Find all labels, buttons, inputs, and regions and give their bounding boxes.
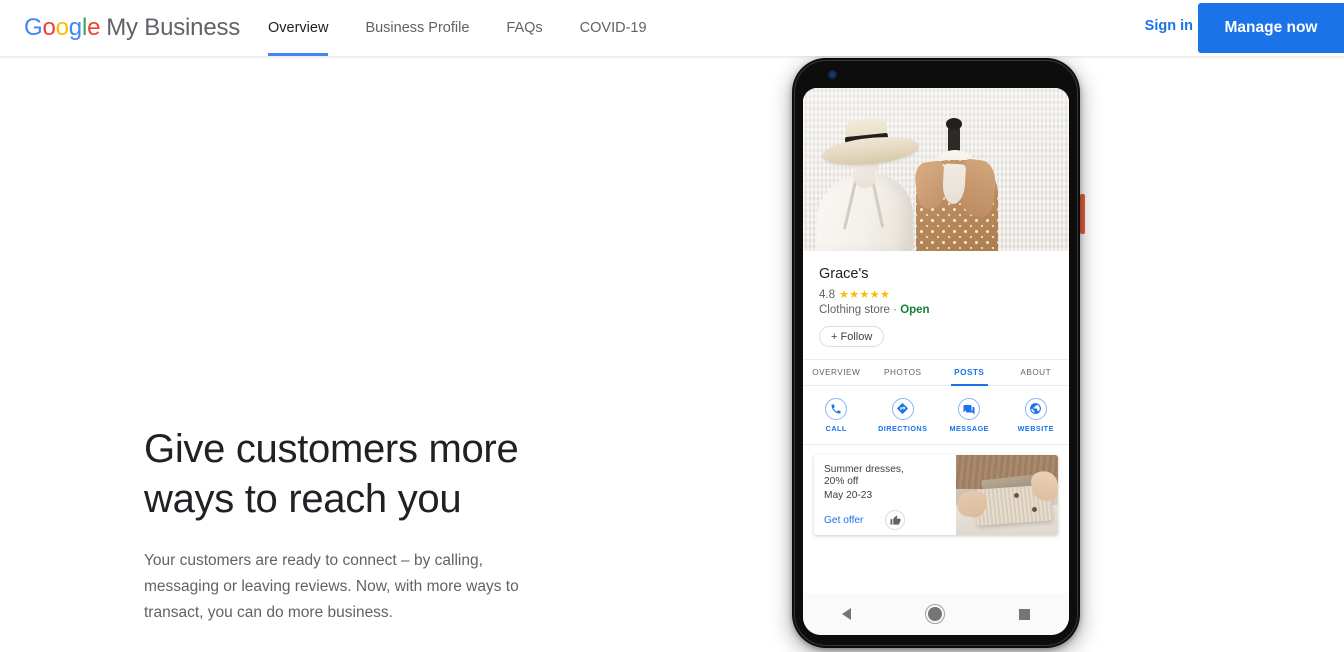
profile-tabs: OVERVIEW PHOTOS POSTS ABOUT bbox=[803, 359, 1069, 386]
front-camera-icon bbox=[828, 70, 837, 79]
sign-in-link[interactable]: Sign in bbox=[1145, 18, 1193, 34]
hero-body-text: Your customers are ready to connect – by… bbox=[144, 552, 519, 621]
business-category: Clothing store · bbox=[819, 304, 901, 316]
action-directions[interactable]: DIRECTIONS bbox=[870, 397, 937, 433]
nav-item-overview[interactable]: Overview bbox=[268, 0, 329, 56]
manage-now-button[interactable]: Manage now bbox=[1198, 3, 1344, 53]
post-title-line1: Summer dresses, bbox=[824, 464, 904, 475]
google-letter-o2: o bbox=[55, 14, 69, 41]
rating-stars-icon: ★★★★★ bbox=[839, 289, 891, 301]
action-buttons-row: CALL DIRECTIONS MESSAGE WEBSITE bbox=[803, 386, 1069, 445]
get-offer-link[interactable]: Get offer bbox=[824, 515, 863, 526]
category-status-row: Clothing store · Open bbox=[819, 304, 1053, 316]
status-badge: Open bbox=[900, 304, 930, 316]
action-message-label: MESSAGE bbox=[949, 423, 989, 433]
site-header: Google My Business Overview Business Prof… bbox=[0, 0, 1344, 56]
brand-logo[interactable]: Google My Business bbox=[24, 13, 240, 43]
google-letter-o1: o bbox=[42, 14, 56, 41]
post-title-line2: 20% off bbox=[824, 476, 859, 487]
thumbs-up-icon[interactable] bbox=[885, 510, 906, 530]
android-navbar bbox=[803, 593, 1069, 635]
post-card[interactable]: Summer dresses, 20% off May 20-23 Get of… bbox=[814, 455, 1058, 535]
recents-square-icon[interactable] bbox=[1019, 608, 1031, 620]
directions-icon bbox=[891, 397, 914, 420]
globe-icon bbox=[1024, 397, 1047, 420]
nav-item-covid19[interactable]: COVID-19 bbox=[580, 0, 647, 56]
follow-button[interactable]: + Follow bbox=[819, 326, 885, 347]
business-name: Grace's bbox=[819, 266, 869, 282]
google-letter-e: e bbox=[87, 14, 101, 41]
message-icon bbox=[958, 397, 981, 420]
action-call-label: CALL bbox=[825, 423, 847, 433]
business-photo bbox=[803, 88, 1069, 251]
main-nav: Overview Business Profile FAQs COVID-19 bbox=[268, 0, 684, 56]
action-message[interactable]: MESSAGE bbox=[936, 397, 1003, 433]
hero-title: Give customers more ways to reach you bbox=[144, 427, 519, 521]
phone-screen: Grace's 4.8 ★★★★★ Clothing store · Open … bbox=[803, 88, 1069, 635]
post-text-area: Summer dresses, 20% off May 20-23 Get of… bbox=[814, 455, 956, 535]
post-cta-row: Get offer bbox=[824, 510, 948, 530]
post-date: May 20-23 bbox=[824, 490, 873, 501]
action-website-label: WEBSITE bbox=[1017, 423, 1054, 433]
tab-overview[interactable]: OVERVIEW bbox=[803, 360, 870, 385]
tab-about[interactable]: ABOUT bbox=[1003, 360, 1070, 385]
action-website[interactable]: WEBSITE bbox=[1003, 397, 1070, 433]
tab-photos[interactable]: PHOTOS bbox=[870, 360, 937, 385]
product-name: My Business bbox=[106, 14, 241, 41]
google-letter-g: G bbox=[24, 14, 43, 41]
action-directions-label: DIRECTIONS bbox=[878, 423, 928, 433]
phone-mockup: Grace's 4.8 ★★★★★ Clothing store · Open … bbox=[792, 58, 1080, 648]
rating-row: 4.8 ★★★★★ bbox=[819, 288, 1053, 302]
back-triangle-icon[interactable] bbox=[841, 608, 851, 620]
phone-icon bbox=[825, 397, 848, 420]
posts-list: Summer dresses, 20% off May 20-23 Get of… bbox=[803, 445, 1069, 535]
post-image-button-1 bbox=[1014, 493, 1019, 498]
phone-power-button bbox=[1080, 194, 1085, 234]
mannequin-knob bbox=[946, 118, 962, 130]
tab-posts[interactable]: POSTS bbox=[936, 360, 1003, 386]
nav-item-business-profile[interactable]: Business Profile bbox=[365, 0, 469, 56]
post-image bbox=[956, 455, 1058, 535]
nav-item-faqs[interactable]: FAQs bbox=[506, 0, 542, 56]
home-circle-icon[interactable] bbox=[927, 607, 942, 621]
post-image-button-2 bbox=[1032, 507, 1037, 512]
business-info-card: Grace's 4.8 ★★★★★ Clothing store · Open … bbox=[803, 251, 1069, 359]
google-letter-g2: g bbox=[68, 14, 82, 41]
action-call[interactable]: CALL bbox=[803, 397, 870, 433]
rating-value: 4.8 bbox=[819, 288, 835, 301]
page-root: Google My Business Overview Business Prof… bbox=[0, 0, 1344, 652]
hero-section: Give customers more ways to reach you Yo… bbox=[144, 424, 574, 626]
